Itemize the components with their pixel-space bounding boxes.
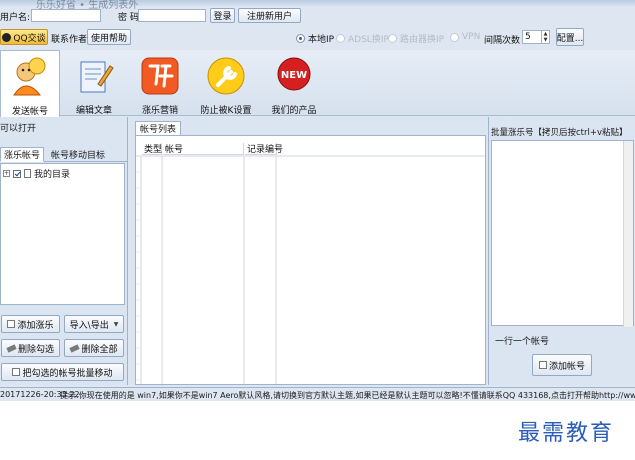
- wrench-icon: [207, 57, 245, 95]
- radio-label: VPN: [462, 32, 481, 42]
- tree-checkbox[interactable]: [13, 169, 21, 178]
- list-grid: [136, 155, 485, 384]
- edit-document-icon: [80, 61, 114, 93]
- right-panel: 批量涨乐号【拷贝后按ctrl+v粘贴】 一行一个帐号 添加帐号: [488, 117, 635, 385]
- status-bar: 20171226-20:33:22 提示:你现在使用的是 win7,如果你不是w…: [0, 387, 635, 400]
- user-group-icon: [13, 57, 46, 96]
- account-list-area: 帐号列表 类型 帐号 记录编号: [130, 117, 486, 385]
- tool-our-products[interactable]: NEW 我们的产品: [262, 50, 326, 116]
- help-button[interactable]: 使用帮助: [87, 29, 131, 45]
- new-badge-icon: NEW: [277, 57, 311, 91]
- login-button[interactable]: 登录: [210, 8, 235, 23]
- zhang-logo-icon: [141, 57, 179, 95]
- radio-label: ADSL换IP: [348, 35, 389, 45]
- add-icon: [7, 320, 16, 328]
- interval-label: 间隔次数: [484, 36, 521, 46]
- tree-item[interactable]: + 我的目录: [3, 167, 70, 180]
- column-account[interactable]: 帐号: [163, 143, 244, 155]
- login-row: 用户名: 密 码: 登录 注册新用户: [0, 6, 635, 26]
- tool-label: 防止被K设置: [200, 106, 252, 116]
- qq-chat-button[interactable]: QQ交谈: [0, 29, 48, 45]
- password-field[interactable]: [138, 9, 206, 22]
- username-label: 用户名:: [0, 13, 31, 23]
- add-account-button[interactable]: 添加帐号: [532, 354, 592, 376]
- scrollbar[interactable]: [623, 141, 633, 327]
- delete-checked-button[interactable]: 删除勾选: [1, 339, 60, 357]
- tool-label: 发送帐号: [11, 107, 48, 117]
- interval-value: 5: [525, 32, 531, 42]
- tree-item-label: 我的目录: [34, 170, 71, 180]
- eraser-icon: [6, 343, 17, 353]
- delete-checked-label: 删除勾选: [17, 344, 54, 355]
- move-icon: [12, 368, 21, 376]
- batch-input-title: 批量涨乐号【拷贝后按ctrl+v粘贴】: [491, 128, 628, 138]
- tool-anti-k-settings[interactable]: 防止被K设置: [194, 50, 258, 116]
- username-field[interactable]: [31, 9, 101, 22]
- config-button[interactable]: 配置...: [556, 28, 584, 46]
- radio-dot: [450, 32, 459, 42]
- status-message[interactable]: 提示:你现在使用的是 win7,如果你不是win7 Aero默认风格,请切换到官…: [60, 390, 635, 400]
- add-icon: [538, 361, 547, 369]
- contact-author-link[interactable]: 联系作者: [51, 32, 87, 45]
- account-list[interactable]: 类型 帐号 记录编号: [135, 135, 486, 385]
- radio-dot: [388, 34, 397, 43]
- register-button[interactable]: 注册新用户: [238, 8, 301, 23]
- batch-move-button[interactable]: 把勾选的帐号批量移动: [1, 363, 124, 381]
- tool-label: 编辑文章: [75, 106, 112, 116]
- add-zhangle-button[interactable]: 添加涨乐: [1, 315, 60, 333]
- one-per-line-hint: 一行一个帐号: [495, 337, 550, 347]
- import-export-label: 导入\导出: [69, 320, 109, 331]
- ribbon: 发送帐号 编辑文章 涨乐营销 防止被K设置 NEW 我们的产品: [0, 50, 635, 117]
- radio-label: 路由器换IP: [400, 35, 445, 45]
- watermark: 最需教育: [518, 421, 615, 446]
- tool-label: 涨乐营销: [141, 106, 178, 116]
- tool-zhangle-marketing[interactable]: 涨乐营销: [128, 50, 192, 116]
- delete-all-button[interactable]: 删除全部: [64, 339, 124, 357]
- left-panel: 可以打开 涨乐帐号 帐号移动目标 + 我的目录 添加涨乐 导入\导出 ▼ 删除勾…: [0, 117, 128, 385]
- delete-all-label: 删除全部: [81, 344, 118, 355]
- directory-tree[interactable]: + 我的目录: [0, 163, 125, 305]
- add-zhangle-label: 添加涨乐: [17, 320, 54, 331]
- left-panel-title: 可以打开: [0, 124, 37, 134]
- radio-dot: [336, 34, 345, 43]
- tab-account-list[interactable]: 帐号列表: [135, 121, 182, 135]
- qq-chat-label: QQ交谈: [13, 33, 46, 44]
- column-record-id[interactable]: 记录编号: [245, 143, 283, 155]
- radio-local-ip[interactable]: 本地IP: [296, 32, 334, 45]
- radio-adsl[interactable]: ADSL换IP: [336, 32, 389, 45]
- document-icon: [24, 169, 31, 178]
- radio-vpn[interactable]: VPN: [450, 32, 480, 42]
- batch-account-textarea[interactable]: [491, 140, 634, 327]
- penguin-icon: [2, 32, 12, 42]
- tool-label: 我们的产品: [271, 106, 317, 116]
- tool-edit-article[interactable]: 编辑文章: [62, 50, 126, 116]
- import-export-button[interactable]: 导入\导出 ▼: [64, 315, 124, 333]
- toolbar-row: QQ交谈 联系作者 使用帮助 本地IP ADSL换IP 路由器换IP VPN 间…: [0, 27, 635, 49]
- radio-router[interactable]: 路由器换IP: [388, 32, 444, 45]
- eraser-icon: [69, 343, 81, 353]
- radio-dot: [296, 34, 305, 43]
- expand-icon[interactable]: +: [3, 170, 10, 177]
- tab-move-target[interactable]: 帐号移动目标: [48, 147, 108, 162]
- column-type[interactable]: 类型: [142, 143, 162, 155]
- left-tab-strip: 涨乐帐号 帐号移动目标: [0, 147, 128, 162]
- svg-text:NEW: NEW: [281, 70, 307, 81]
- interval-stepper[interactable]: 5 ▲ ▼: [522, 30, 550, 44]
- batch-move-label: 把勾选的帐号批量移动: [22, 368, 113, 379]
- add-account-label: 添加帐号: [548, 361, 585, 372]
- tab-zhangle-accounts[interactable]: 涨乐帐号: [0, 147, 45, 162]
- radio-label: 本地IP: [308, 35, 335, 45]
- chevron-down-icon: ▼: [113, 320, 119, 328]
- spin-arrows-icon[interactable]: ▲ ▼: [541, 31, 549, 43]
- tool-send-account[interactable]: 发送帐号: [0, 50, 60, 117]
